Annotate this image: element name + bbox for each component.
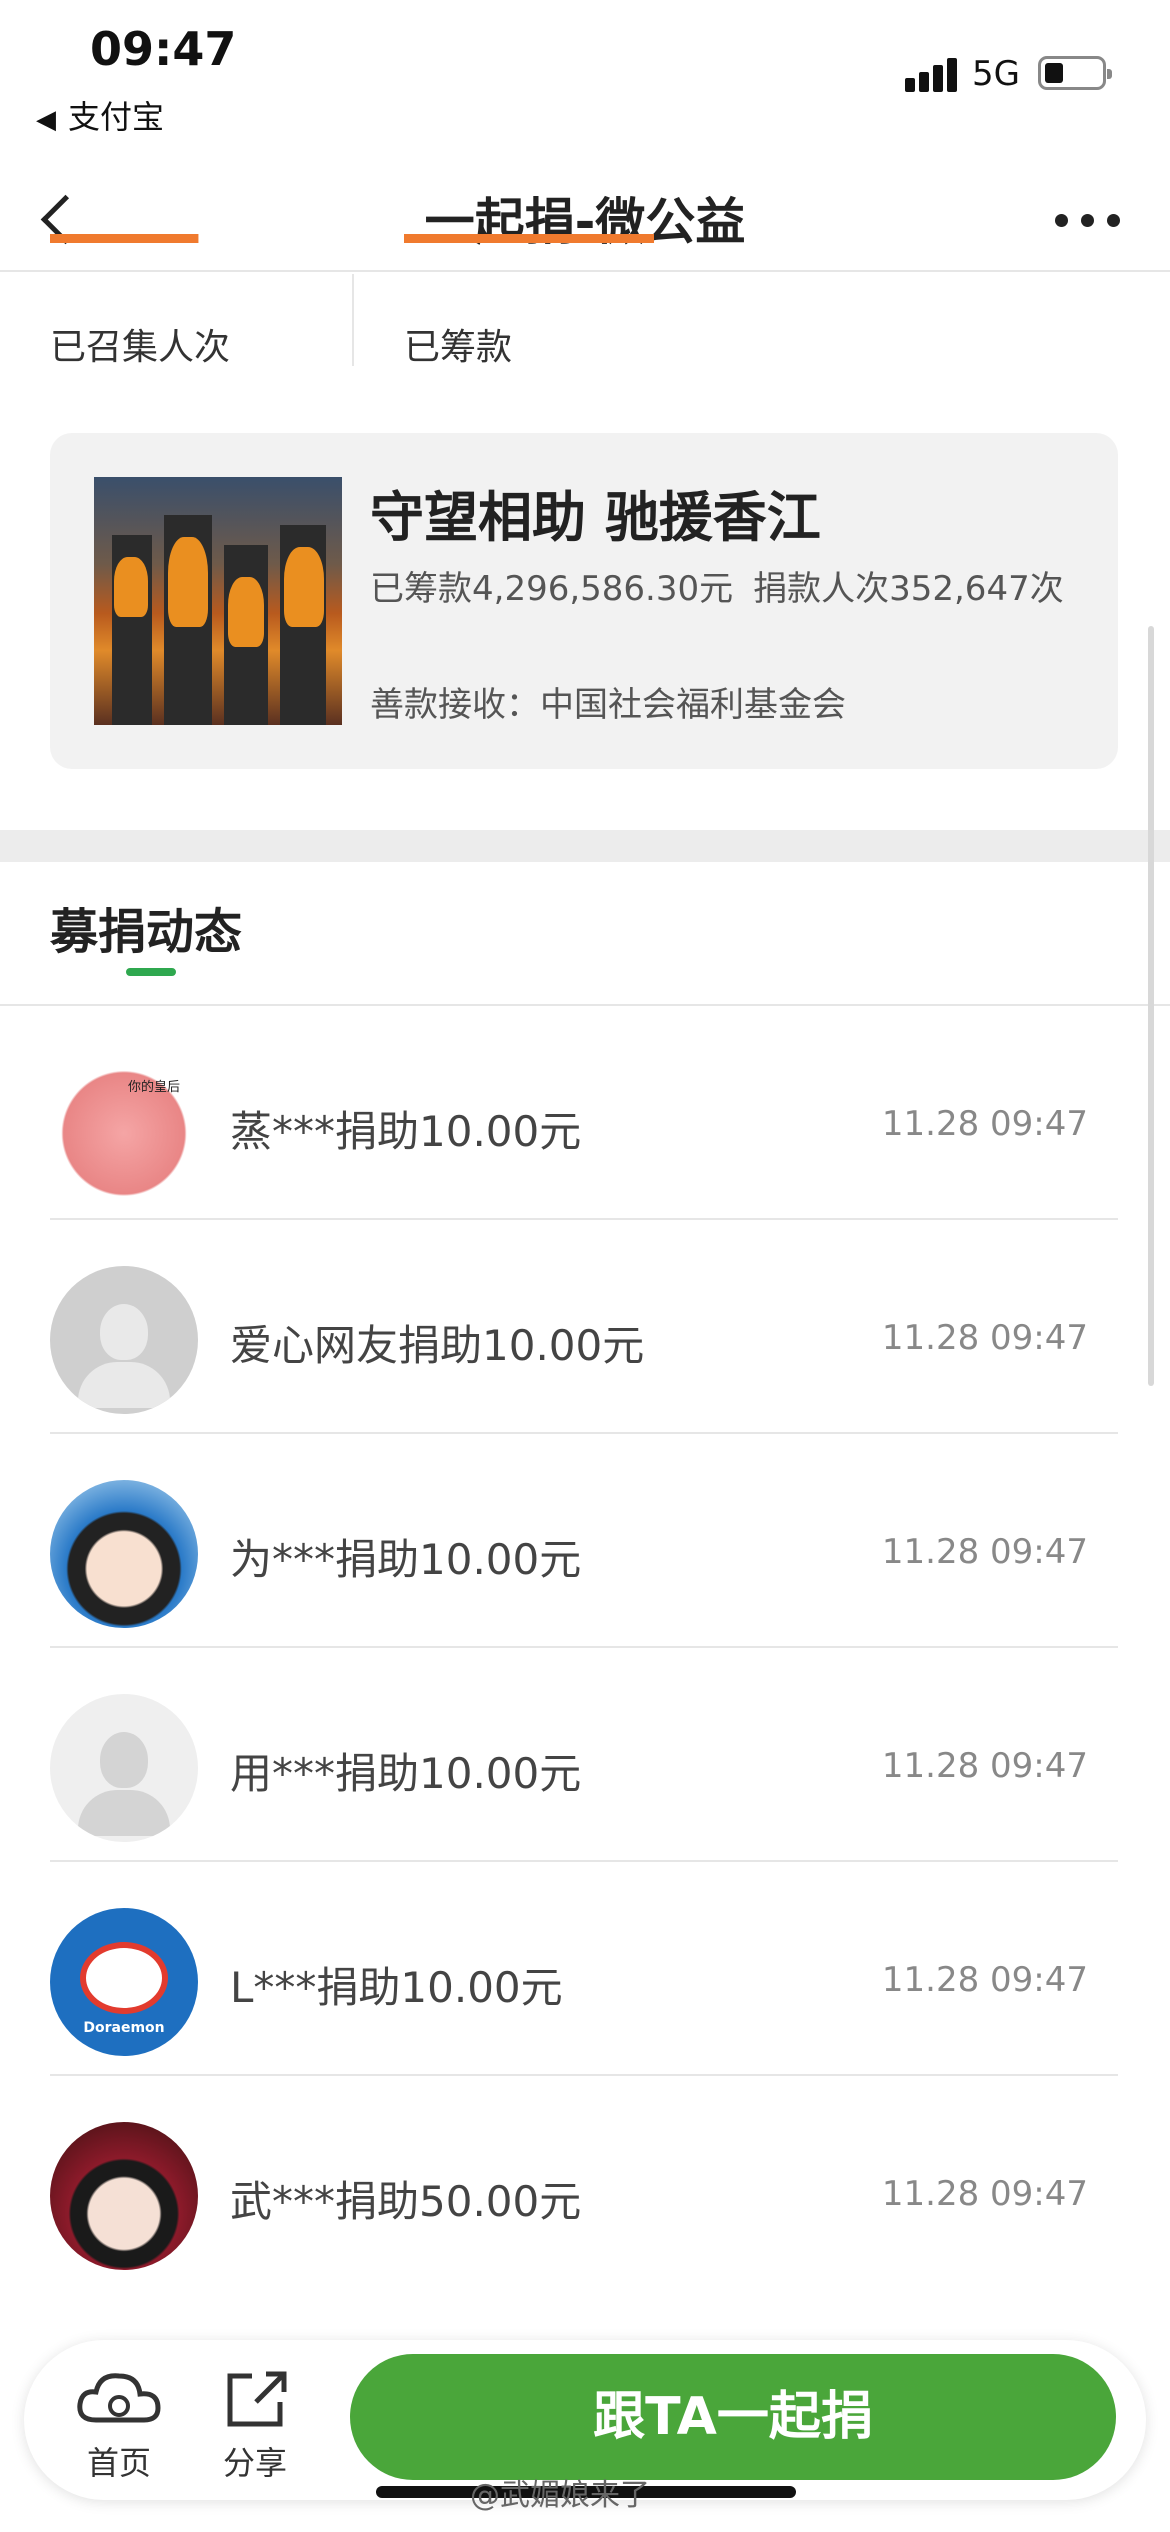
donation-text: 爱心网友捐助10.00元 [230, 1321, 645, 1370]
status-time: 09:47 [90, 22, 237, 76]
home-button[interactable]: 首页 [64, 2368, 174, 2484]
project-card[interactable]: 守望相助 驰援香江 已筹款4,296,586.30元 捐款人次352,647次 善… [50, 433, 1118, 769]
section-divider [0, 830, 1170, 862]
list-item[interactable]: 为***捐助10.00元 11.28 09:47 [50, 1434, 1118, 1648]
list-item[interactable]: 你的皇后 蒸***捐助10.00元 11.28 09:47 [50, 1006, 1118, 1220]
donation-time: 11.28 09:47 [881, 1318, 1088, 1358]
donation-text: L***捐助10.00元 [230, 1963, 563, 2012]
donation-text: 为***捐助10.00元 [230, 1535, 582, 1584]
more-options-button[interactable] [1055, 210, 1125, 230]
tab-header: 募捐动态 [0, 862, 1170, 1006]
home-label: 首页 [86, 2444, 151, 2482]
cartoon-pig-avatar: 你的皇后 [50, 1052, 198, 1200]
share-icon [200, 2368, 310, 2430]
tab-donation-feed[interactable]: 募捐动态 [50, 892, 242, 962]
scrollbar[interactable] [1148, 626, 1154, 1386]
home-cloud-icon [64, 2368, 174, 2430]
project-donors: 捐款人次352,647次 [753, 569, 1064, 609]
donation-time: 11.28 09:47 [881, 1746, 1088, 1786]
avatar-badge-text: Doraemon [83, 2020, 165, 2036]
campaign-stats: ▀▀▀ ▀▀▀▀▀▀ 已召集人次 已筹款 [0, 234, 1170, 374]
list-item[interactable]: 用***捐助10.00元 11.28 09:47 [50, 1648, 1118, 1862]
default-user-avatar [50, 1266, 198, 1414]
list-item[interactable]: 武***捐助50.00元 11.28 09:47 [50, 2076, 1118, 2290]
project-stats: 已筹款4,296,586.30元 捐款人次352,647次 [370, 561, 1084, 610]
signal-icon [905, 56, 957, 92]
list-item[interactable]: Doraemon L***捐助10.00元 11.28 09:47 [50, 1862, 1118, 2076]
back-app-label: 支付宝 [68, 98, 165, 136]
list-item[interactable]: 爱心网友捐助10.00元 11.28 09:47 [50, 1220, 1118, 1434]
back-triangle-icon: ◀ [36, 105, 56, 135]
project-title: 守望相助 驰援香江 [370, 486, 821, 549]
back-to-app-link[interactable]: ◀ 支付宝 [36, 92, 164, 138]
default-user-avatar [50, 1694, 198, 1842]
share-label: 分享 [222, 2444, 287, 2482]
network-type: 5G [972, 54, 1020, 94]
watermark: @武媚娘来了 [470, 2478, 650, 2513]
woman-portrait-avatar [50, 2122, 198, 2270]
amount-cut-off: ▀▀▀▀▀▀ [404, 234, 654, 278]
project-image [94, 477, 342, 725]
project-recipient: 善款接收：中国社会福利基金会 [370, 685, 846, 725]
amount-label: 已筹款 [404, 327, 513, 368]
donate-together-button[interactable]: 跟TA一起捐 [350, 2354, 1116, 2480]
anime-girl-avatar [50, 1480, 198, 1628]
doraemon-avatar: Doraemon [50, 1908, 198, 2056]
tab-active-indicator [126, 968, 176, 976]
stat-divider [352, 274, 354, 366]
people-label: 已召集人次 [50, 327, 231, 368]
battery-icon [1038, 56, 1112, 90]
donation-text: 用***捐助10.00元 [230, 1749, 582, 1798]
donation-text: 蒸***捐助10.00元 [230, 1107, 582, 1156]
donation-time: 11.28 09:47 [881, 1104, 1088, 1144]
share-button[interactable]: 分享 [200, 2368, 310, 2484]
donation-time: 11.28 09:47 [881, 2174, 1088, 2214]
avatar-badge-text: 你的皇后 [128, 1080, 181, 1095]
donation-text: 武***捐助50.00元 [230, 2177, 582, 2226]
status-bar: 09:47 ◀ 支付宝 5G [0, 0, 1170, 160]
donation-time: 11.28 09:47 [881, 1532, 1088, 1572]
donation-time: 11.28 09:47 [881, 1960, 1088, 2000]
people-count-cut-off: ▀▀▀ [50, 234, 198, 278]
project-raised: 已筹款4,296,586.30元 [370, 569, 734, 609]
